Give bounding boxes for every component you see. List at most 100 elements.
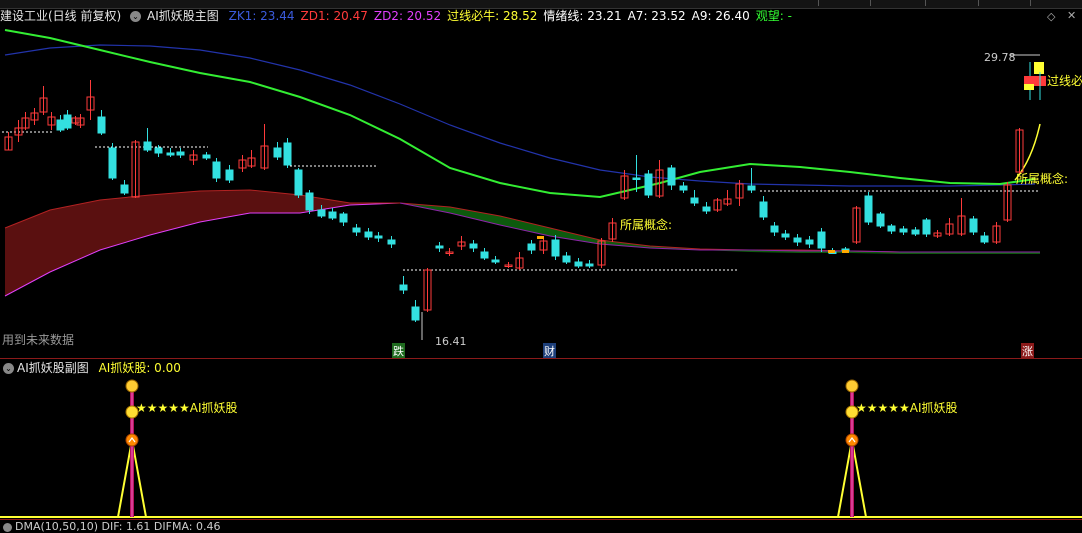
candle-body [63, 114, 72, 129]
candle-body [273, 147, 282, 158]
main-indicator-name[interactable]: AI抓妖股主图 [147, 9, 219, 23]
candle-body [399, 284, 408, 291]
candle-body [702, 206, 711, 212]
candle-body [527, 243, 536, 251]
candle-body [747, 185, 756, 191]
candle-body [980, 235, 989, 243]
candle-body [339, 213, 348, 223]
candle-body [480, 251, 489, 259]
indicator-value-5: A7: 23.52 [627, 9, 686, 23]
candle-body [562, 255, 571, 263]
candle-body [166, 152, 175, 156]
toolbar-separator [978, 0, 979, 6]
high-price-label: 29.78 [984, 51, 1016, 64]
candle-body [690, 197, 699, 204]
candle-body [679, 185, 688, 191]
indicator-value-4: 情绪线: 23.21 [543, 9, 622, 23]
ma-blue-line [4, 44, 1036, 187]
candle-body [911, 229, 920, 235]
candle-body [469, 243, 478, 249]
indicator-dropdown-icon[interactable] [3, 522, 12, 532]
sub-indicator-name[interactable]: AI抓妖股副图 [17, 361, 89, 375]
candle-body [202, 154, 211, 159]
candle-body [759, 201, 768, 218]
money-bag-icon [125, 379, 139, 393]
indicator-value-3: 过线必牛: 28.52 [447, 9, 538, 23]
candle-body [899, 228, 908, 233]
signal-guoxian-label: 过线必牛 [1047, 74, 1082, 88]
future-data-label: 用到未来数据 [2, 333, 75, 347]
candle-body [887, 225, 896, 232]
signal-text: ★★★★★AI抓妖股 [856, 401, 958, 415]
close-icon[interactable]: ✕ [1067, 9, 1076, 22]
signal-box [1034, 62, 1044, 74]
indicator-value-7: 观望: - [755, 9, 792, 23]
up-arrow-icon [125, 433, 139, 447]
candle-body [574, 261, 583, 267]
candle-body [176, 151, 185, 156]
candle-body [411, 306, 420, 321]
candle-body [793, 237, 802, 243]
up-arrow-icon [845, 433, 859, 447]
candle-body [283, 142, 292, 166]
candle-body [864, 195, 873, 223]
toolbar-separator [1030, 0, 1031, 6]
candle-body [387, 239, 396, 245]
candle-body [551, 239, 560, 257]
sub-indicator-chart[interactable] [0, 376, 1082, 520]
candle-body [667, 167, 676, 186]
candle-body [120, 184, 129, 194]
candle-body [225, 169, 234, 181]
candle-body [294, 169, 303, 196]
candle-body [364, 231, 373, 238]
candle-body [56, 119, 65, 131]
marker-die: 跌 [392, 343, 405, 359]
toolbar-separator [870, 0, 871, 6]
main-indicator-values: ZK1: 23.44 ZD1: 20.47 ZD2: 20.52 过线必牛: 28.5… [229, 9, 798, 23]
candle-body [781, 233, 790, 238]
indicator-value-2: ZD2: 20.52 [373, 9, 442, 23]
ma-green-line [4, 29, 1036, 199]
candle-body [305, 192, 314, 211]
bottom-indicator-header: DMA(10,50,10) DIF: 1.61 DIFMA: 0.46 [0, 520, 1082, 533]
candle-body [770, 225, 779, 233]
signal-candle-marker [537, 236, 544, 239]
candle-body [805, 239, 814, 245]
candle-body [317, 209, 326, 217]
candle-body [644, 173, 653, 196]
candle-body [154, 147, 163, 154]
indicator-dropdown-icon[interactable]: ⌄ [3, 363, 14, 374]
signal-text: ★★★★★AI抓妖股 [136, 401, 238, 415]
indicator-value-1: ZD1: 20.47 [300, 9, 368, 23]
candle-body [876, 213, 885, 227]
signal-candle-marker [842, 250, 849, 253]
candle-body [922, 219, 931, 235]
low-price-label: 16.41 [435, 335, 467, 348]
candle-body [969, 218, 978, 233]
toolbar-separator [818, 0, 819, 6]
marker-zhang: 涨 [1021, 343, 1034, 359]
candle-body [143, 141, 152, 151]
indicator-value-0: ZK1: 23.44 [228, 9, 295, 23]
candle-body [374, 235, 383, 239]
marker-cai: 财 [543, 343, 556, 359]
candle-body [352, 227, 361, 233]
concept-label: 所属概念: [1016, 172, 1069, 186]
candle-body [491, 259, 500, 263]
candle-body [435, 245, 444, 249]
sub-chart-header: ⌄ AI抓妖股副图 AI抓妖股: 0.00 [0, 359, 1082, 375]
dma-values: DMA(10,50,10) DIF: 1.61 DIFMA: 0.46 [15, 520, 221, 533]
indicator-dropdown-icon[interactable]: ⌄ [130, 11, 142, 22]
candle-body [585, 263, 594, 267]
signal-candle-marker [828, 250, 835, 253]
main-candlestick-chart[interactable] [0, 22, 1082, 358]
money-bag-icon [845, 379, 859, 393]
candle-body [212, 161, 221, 179]
concept-label: 所属概念: [620, 218, 673, 232]
candle-body [108, 147, 117, 179]
candle-body [97, 116, 106, 134]
candle-body [328, 211, 337, 219]
indicator-value-6: A9: 26.40 [691, 9, 750, 23]
sub-indicator-value: AI抓妖股: 0.00 [98, 361, 181, 375]
signal-box [1024, 84, 1034, 90]
